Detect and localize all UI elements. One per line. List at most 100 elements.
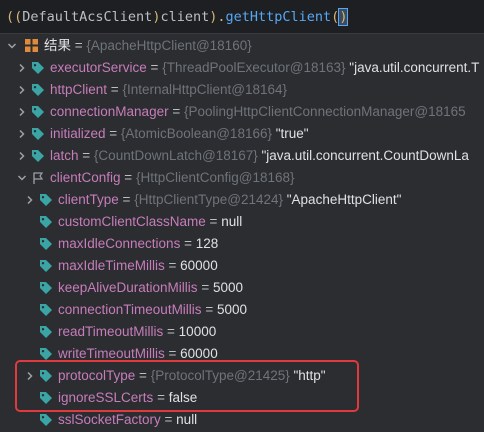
eq-sign: =	[197, 280, 213, 295]
eq-sign: =	[164, 258, 181, 273]
eq-sign: =	[135, 368, 151, 383]
field-ref: {InternalHttpClient@18164}	[122, 82, 288, 97]
tree-row-read-timeout-millis[interactable]: readTimeoutMillis = 10000	[0, 321, 484, 343]
eq-sign: =	[78, 148, 94, 163]
tree-row-executor-service[interactable]: executorService = {ThreadPoolExecutor@18…	[0, 57, 484, 79]
chevron-right-icon[interactable]	[16, 106, 28, 118]
field-ref: {HttpClientType@21424}	[134, 192, 283, 207]
tree-row-custom-client-class-name[interactable]: customClientClassName = null	[0, 211, 484, 233]
field-name: latch	[50, 148, 79, 163]
tree-row-connection-timeout-millis[interactable]: connectionTimeoutMillis = 5000	[0, 299, 484, 321]
field-name: readTimeoutMillis	[58, 324, 164, 339]
tag-icon	[39, 325, 53, 339]
evaluate-expression-bar[interactable]: ((DefaultAcsClient) client). getHttpClien…	[0, 0, 484, 34]
tag-icon	[31, 83, 45, 97]
chevron-right-icon[interactable]	[16, 128, 28, 140]
tag-icon	[31, 149, 45, 163]
chevron-right-icon[interactable]	[16, 84, 28, 96]
tag-icon	[39, 237, 53, 251]
result-ref: {ApacheHttpClient@18160}	[86, 38, 252, 53]
tree-row-connection-manager-text: connectionManager = {PoolingHttpClientCo…	[50, 103, 466, 121]
tree-row-initialized-text: initialized = {AtomicBoolean@18166} "tru…	[50, 125, 309, 143]
expr-open-parens: ((	[6, 8, 23, 25]
eq-sign: =	[201, 302, 217, 317]
chevron-right-icon[interactable]	[24, 370, 36, 382]
field-ref: {ProtocolType@21425}	[150, 368, 290, 383]
field-value: 128	[195, 236, 219, 251]
tree-row-connection-timeout-millis-text: connectionTimeoutMillis = 5000	[58, 301, 247, 319]
tag-icon	[39, 259, 53, 273]
tree-row-result[interactable]: 结果 = {ApacheHttpClient@18160}	[0, 35, 484, 57]
tree-row-keep-alive-duration-millis[interactable]: keepAliveDurationMillis = 5000	[0, 277, 484, 299]
field-value: 10000	[178, 324, 217, 339]
tree-row-max-idle-connections[interactable]: maxIdleConnections = 128	[0, 233, 484, 255]
tag-icon	[39, 215, 53, 229]
tree-row-executor-service-text: executorService = {ThreadPoolExecutor@18…	[50, 59, 479, 77]
chevron-right-icon[interactable]	[16, 150, 28, 162]
tree-row-client-config[interactable]: clientConfig = {HttpClientConfig@18168}	[0, 167, 484, 189]
field-name: executorService	[50, 60, 147, 75]
field-value: "java.util.concurrent.CountDownLa	[257, 148, 469, 163]
eq-sign: =	[153, 390, 169, 405]
field-value: "http"	[289, 368, 326, 383]
tree-row-ssl-socket-factory[interactable]: sslSocketFactory = null	[0, 409, 484, 431]
tree-row-keep-alive-duration-millis-text: keepAliveDurationMillis = 5000	[58, 279, 243, 297]
eq-sign: =	[180, 236, 196, 251]
expr-call-close: )	[338, 7, 349, 26]
tree-row-result-text: 结果 = {ApacheHttpClient@18160}	[44, 37, 252, 55]
tree-row-write-timeout-millis[interactable]: writeTimeoutMillis = 60000	[0, 343, 484, 365]
tag-icon	[39, 281, 53, 295]
chevron-right-icon[interactable]	[16, 62, 28, 74]
eq-sign: =	[163, 324, 179, 339]
tree-row-client-config-text: clientConfig = {HttpClientConfig@18168}	[50, 169, 295, 187]
tree-row-ssl-socket-factory-text: sslSocketFactory = null	[58, 411, 197, 429]
chevron-right-icon[interactable]	[24, 194, 36, 206]
field-name: writeTimeoutMillis	[58, 346, 165, 361]
variables-tree: 结果 = {ApacheHttpClient@18160} executorSe…	[0, 35, 484, 431]
field-ref: {ThreadPoolExecutor@18163}	[162, 60, 346, 75]
tree-row-initialized[interactable]: initialized = {AtomicBoolean@18166} "tru…	[0, 123, 484, 145]
eq-sign: =	[105, 126, 121, 141]
tree-row-client-type-text: clientType = {HttpClientType@21424} "Apa…	[58, 191, 401, 209]
field-ref: {CountDownLatch@18167}	[93, 148, 258, 163]
field-value: 5000	[216, 302, 247, 317]
tree-row-custom-client-class-name-text: customClientClassName = null	[58, 213, 242, 231]
eq-sign: =	[120, 170, 136, 185]
expr-close-paren-2: ).	[209, 8, 226, 25]
chevron-down-icon[interactable]	[6, 40, 18, 52]
tree-row-client-type[interactable]: clientType = {HttpClientType@21424} "Apa…	[0, 189, 484, 211]
eq-sign: =	[146, 60, 163, 75]
field-value: 60000	[180, 346, 218, 361]
field-name: connectionManager	[50, 104, 169, 119]
tree-row-max-idle-time-millis[interactable]: maxIdleTimeMillis = 60000	[0, 255, 484, 277]
field-value: 60000	[180, 258, 218, 273]
tree-row-max-idle-connections-text: maxIdleConnections = 128	[58, 235, 218, 253]
expr-variable: client	[160, 8, 210, 25]
chevron-down-icon[interactable]	[16, 172, 28, 184]
tree-row-protocol-type[interactable]: protocolType = {ProtocolType@21425} "htt…	[0, 365, 484, 387]
tag-icon	[39, 413, 53, 427]
field-value: "java.util.concurrent.T	[345, 60, 480, 75]
tree-row-protocol-type-text: protocolType = {ProtocolType@21425} "htt…	[58, 367, 326, 385]
field-value: 5000	[212, 280, 243, 295]
tree-row-write-timeout-millis-text: writeTimeoutMillis = 60000	[58, 345, 218, 363]
field-name: customClientClassName	[58, 214, 206, 229]
tree-row-latch[interactable]: latch = {CountDownLatch@18167} "java.uti…	[0, 145, 484, 167]
tree-row-http-client[interactable]: httpClient = {InternalHttpClient@18164}	[0, 79, 484, 101]
field-value: null	[176, 412, 198, 427]
grid-result-icon	[24, 38, 38, 52]
tag-icon	[31, 105, 45, 119]
result-eq: =	[71, 38, 87, 53]
tree-row-http-client-text: httpClient = {InternalHttpClient@18164}	[50, 81, 287, 99]
tree-row-read-timeout-millis-text: readTimeoutMillis = 10000	[58, 323, 216, 341]
tree-row-connection-manager[interactable]: connectionManager = {PoolingHttpClientCo…	[0, 101, 484, 123]
field-value: "true"	[272, 126, 309, 141]
field-value: null	[221, 214, 243, 229]
expr-method: getHttpClient	[225, 8, 332, 25]
tag-icon	[31, 127, 45, 141]
flag-icon	[31, 171, 45, 185]
tree-row-ignore-ssl-certs[interactable]: ignoreSSLCerts = false	[0, 387, 484, 409]
field-name: clientType	[58, 192, 119, 207]
field-ref: {PoolingHttpClientConnectionManager@1816…	[183, 104, 466, 119]
tree-row-latch-text: latch = {CountDownLatch@18167} "java.uti…	[50, 147, 469, 165]
